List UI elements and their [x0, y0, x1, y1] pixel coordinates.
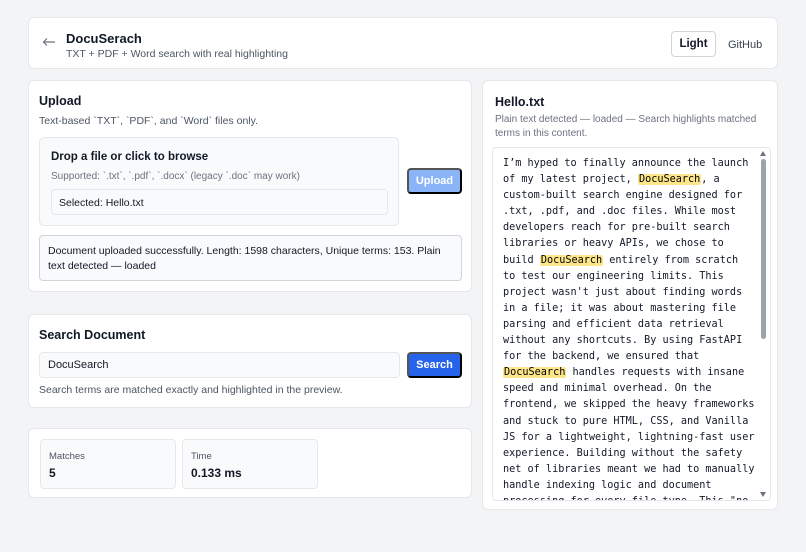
search-title: Search Document: [39, 328, 146, 342]
upload-subtitle: Text-based `TXT`, `PDF`, and `Word` file…: [39, 115, 258, 127]
search-highlight: DocuSearch: [539, 254, 604, 266]
matches-value: 5: [49, 466, 56, 480]
time-label: Time: [191, 451, 212, 462]
dropzone-title: Drop a file or click to browse: [51, 151, 209, 163]
app-header: DocuSerach TXT + PDF + Word search with …: [28, 17, 778, 69]
file-dropzone[interactable]: Drop a file or click to browse Supported…: [39, 137, 399, 226]
github-link[interactable]: GitHub: [728, 39, 762, 51]
matches-label: Matches: [49, 451, 85, 462]
app-subtitle: TXT + PDF + Word search with real highli…: [66, 48, 288, 60]
scroll-down-arrow-icon[interactable]: [760, 492, 766, 497]
preview-panel: Hello.txt Plain text detected — loaded —…: [482, 80, 778, 510]
matches-stat: Matches 5: [40, 439, 176, 489]
preview-title: Hello.txt: [495, 95, 545, 109]
preview-scrollbar[interactable]: [759, 148, 768, 500]
search-hint: Search terms are matched exactly and hig…: [39, 384, 343, 396]
search-highlight: DocuSearch: [637, 174, 702, 186]
preview-text-segment: entirely from scratch to test our engine…: [503, 254, 749, 363]
stats-panel: Matches 5 Time 0.133 ms: [28, 428, 472, 498]
dropzone-supported-types: Supported: `.txt`, `.pdf`, `.docx` (lega…: [51, 171, 300, 182]
upload-status: Document uploaded successfully. Length: …: [39, 235, 462, 281]
search-input[interactable]: [39, 352, 400, 378]
preview-text-segment: handles requests with insane speed and m…: [503, 367, 755, 500]
upload-title: Upload: [39, 94, 82, 108]
upload-button[interactable]: Upload: [407, 168, 462, 194]
document-preview[interactable]: I’m hyped to finally announce the launch…: [492, 147, 771, 501]
scroll-up-arrow-icon[interactable]: [760, 151, 766, 156]
app-title: DocuSerach: [66, 31, 142, 46]
theme-toggle-button[interactable]: Light: [671, 31, 716, 57]
time-stat: Time 0.133 ms: [182, 439, 318, 489]
selected-file: Selected: Hello.txt: [51, 189, 388, 215]
preview-subtitle: Plain text detected — loaded — Search hi…: [495, 114, 757, 139]
scroll-thumb[interactable]: [761, 159, 766, 339]
preview-text-segment: , a custom-built search engine designed …: [503, 174, 749, 266]
preview-content: I’m hyped to finally announce the launch…: [503, 156, 755, 500]
search-highlight: DocuSearch: [503, 367, 567, 379]
search-panel: Search Document Search Search terms are …: [28, 314, 472, 408]
upload-panel: Upload Text-based `TXT`, `PDF`, and `Wor…: [28, 80, 472, 292]
search-button[interactable]: Search: [407, 352, 462, 378]
time-value: 0.133 ms: [191, 466, 242, 480]
arrow-left-icon[interactable]: [42, 37, 56, 47]
